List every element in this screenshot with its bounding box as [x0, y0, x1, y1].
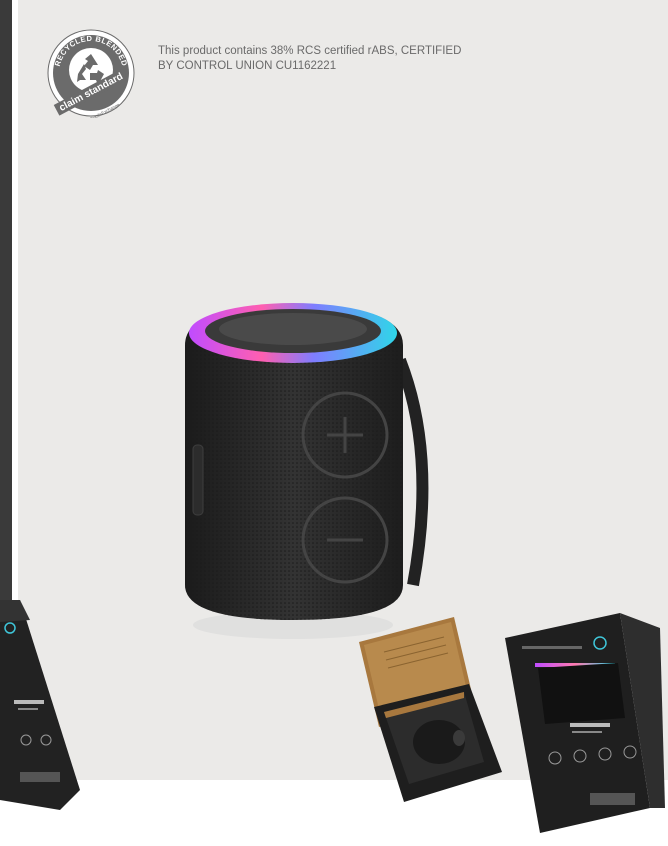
left-edge-strip	[0, 0, 12, 600]
recycled-blended-claim-standard-logo: RECYCLED BLENDED claim standard ©Textile…	[47, 29, 135, 118]
bluetooth-speaker-image	[185, 303, 429, 639]
open-gift-box-image	[359, 617, 502, 802]
certification-line-2: BY CONTROL UNION CU1162221	[158, 60, 337, 72]
closed-product-box-image	[505, 613, 665, 833]
package-box-image	[0, 600, 80, 810]
certification-line-1: This product contains 38% RCS certified …	[158, 45, 462, 57]
certification-text: This product contains 38% RCS certified …	[158, 44, 578, 74]
